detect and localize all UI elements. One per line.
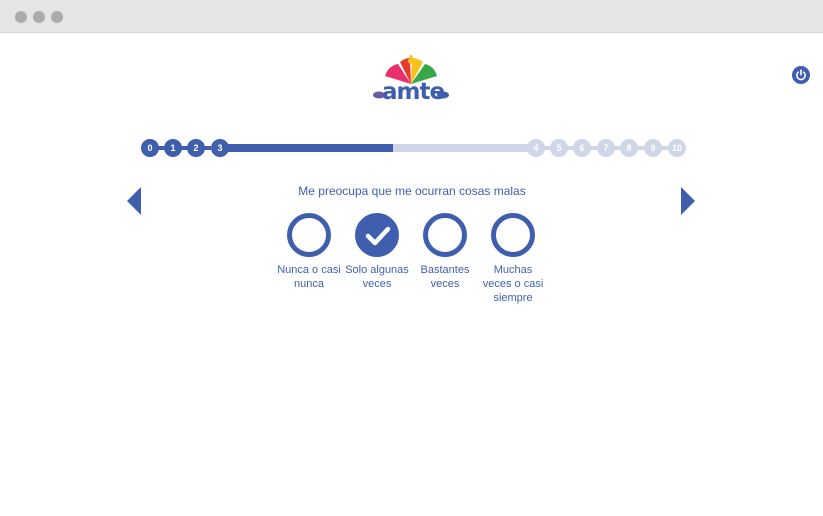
arrow-left-icon (127, 187, 141, 215)
progress-step-6: 6 (573, 139, 591, 157)
answer-label: Bastantes veces (420, 264, 470, 290)
radio-circle-selected[interactable] (355, 213, 399, 257)
progress-step-4: 4 (527, 139, 545, 157)
progress-step-7: 7 (597, 139, 615, 157)
radio-circle[interactable] (423, 213, 467, 257)
question-text: Me preocupa que me ocurran cosas malas (298, 184, 526, 198)
answer-label: Solo algunas veces (345, 264, 409, 290)
window-minimize-dot[interactable] (33, 11, 45, 23)
answer-label: Nunca o casi nunca (277, 264, 341, 290)
answer-label: Muchas veces o casi siempre (482, 264, 544, 304)
progress-fill-done (225, 144, 393, 152)
next-question-button[interactable] (680, 187, 696, 215)
checkmark-icon (365, 226, 391, 246)
progress-fill-remaining (393, 144, 531, 152)
progress-step-2: 2 (187, 139, 205, 157)
previous-question-button[interactable] (126, 187, 142, 215)
logo-text: amte (382, 79, 445, 105)
progress-step-1: 1 (164, 139, 182, 157)
progress-step-0: 0 (141, 139, 159, 157)
browser-toolbar (0, 0, 823, 33)
power-icon (796, 69, 806, 81)
arrow-right-icon (681, 187, 695, 215)
amte-logo: amte (368, 54, 454, 112)
window-maximize-dot[interactable] (51, 11, 63, 23)
radio-circle[interactable] (287, 213, 331, 257)
radio-circle[interactable] (491, 213, 535, 257)
progress-step-5: 5 (550, 139, 568, 157)
progress-step-8: 8 (620, 139, 638, 157)
progress-step-3: 3 (211, 139, 229, 157)
progress-step-10: 10 (668, 139, 686, 157)
window-close-dot[interactable] (15, 11, 27, 23)
power-button[interactable] (792, 66, 810, 84)
progress-step-9: 9 (644, 139, 662, 157)
